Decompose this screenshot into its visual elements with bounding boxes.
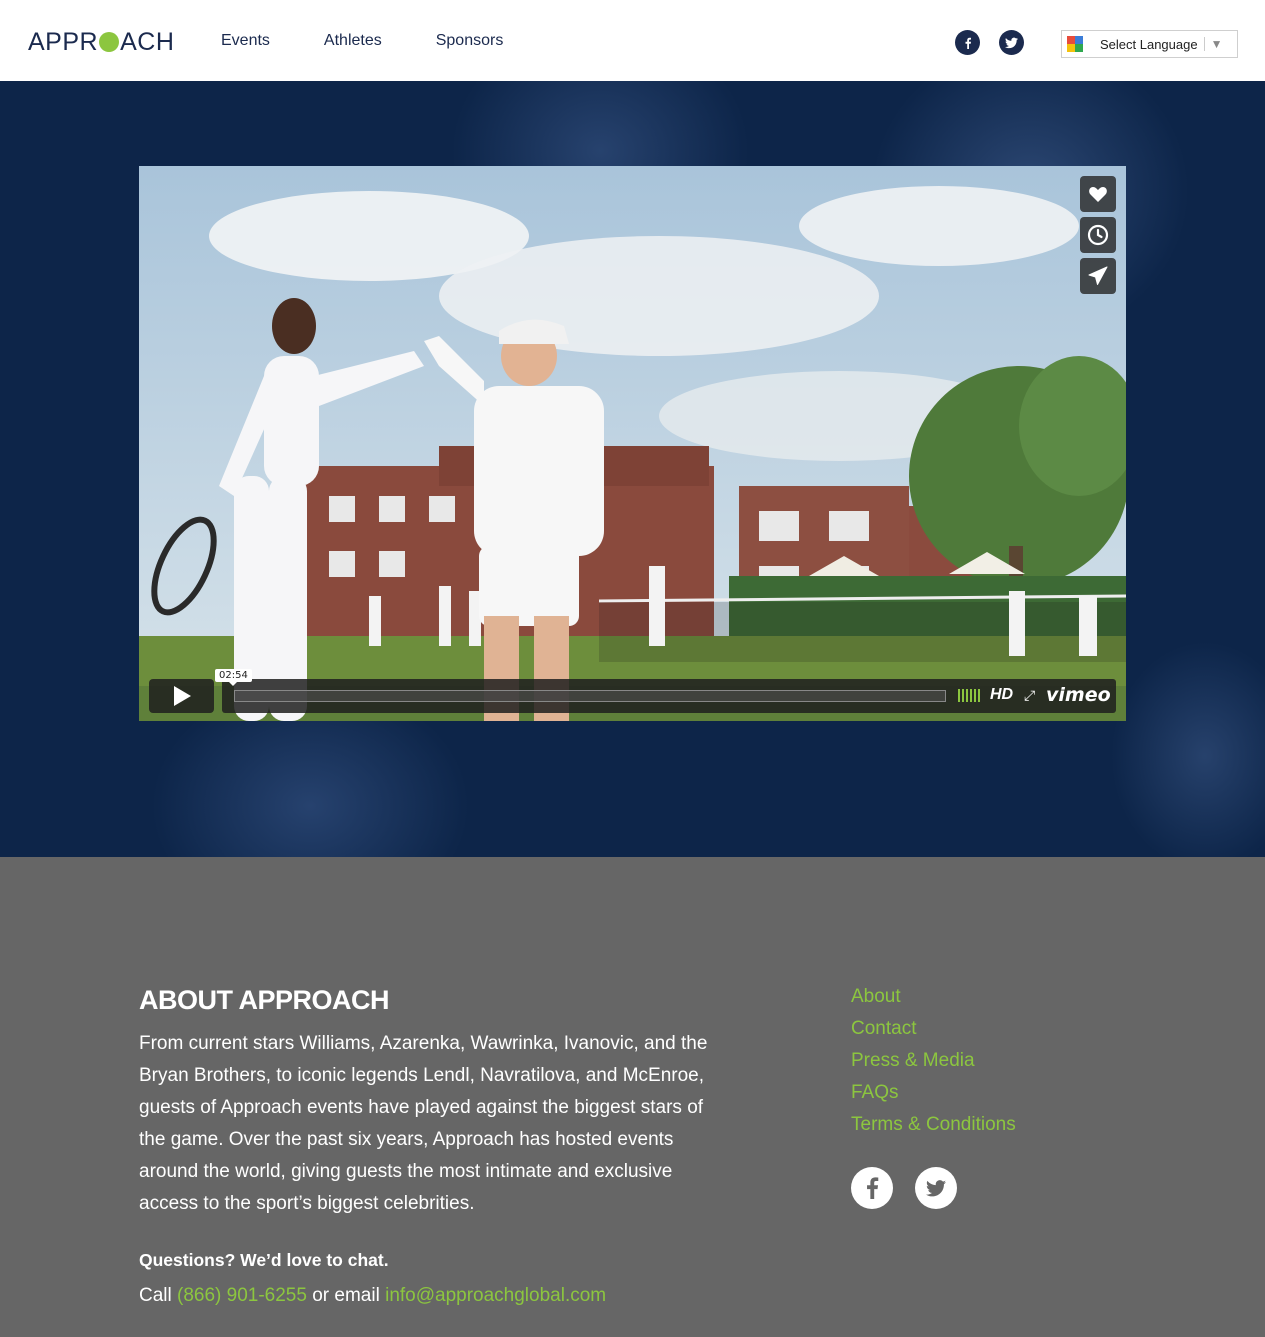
chevron-down-icon: ▼ [1203, 37, 1222, 51]
questions-heading: Questions? We’d love to chat. [139, 1250, 389, 1270]
about-description: From current stars Williams, Azarenka, W… [139, 1033, 708, 1214]
time-tooltip: 02:54 [215, 669, 252, 686]
send-icon [1088, 266, 1108, 285]
nav-item-athletes[interactable]: Athletes [324, 32, 382, 50]
fullscreen-icon[interactable]: ⤢ [1024, 687, 1035, 704]
heart-icon [1089, 187, 1107, 202]
hero-section: HD ⤢ vimeo 02:54 [0, 81, 1265, 857]
contact-line: Call (866) 901-6255 or email info@approa… [139, 1285, 606, 1307]
hd-toggle[interactable]: HD [990, 686, 1013, 704]
footer-link-about[interactable]: About [851, 981, 1016, 1013]
play-button[interactable] [149, 679, 214, 713]
email-prefix: or email [312, 1285, 380, 1306]
clock-icon [1087, 224, 1109, 246]
language-select-label: Select Language [1100, 36, 1198, 52]
footer-facebook-button[interactable] [851, 1167, 893, 1209]
video-player[interactable]: HD ⤢ vimeo 02:54 [139, 166, 1126, 721]
facebook-icon [867, 1177, 879, 1199]
header-facebook-icon[interactable] [955, 30, 980, 55]
language-select[interactable]: Select Language ▼ [1061, 30, 1238, 58]
footer-link-faqs[interactable]: FAQs [851, 1077, 1016, 1109]
header-twitter-icon[interactable] [999, 30, 1024, 55]
hero-background-image-racket [1110, 641, 1265, 857]
like-button[interactable] [1080, 176, 1116, 212]
logo-text-left: APPR [28, 27, 99, 56]
footer-nav: About Contact Press & Media FAQs Terms &… [851, 981, 1016, 1141]
nav-item-events[interactable]: Events [221, 32, 270, 50]
approach-logo[interactable]: APPR ACH [28, 27, 175, 56]
google-translate-icon [1067, 36, 1083, 52]
watch-later-button[interactable] [1080, 217, 1116, 253]
play-icon [173, 686, 191, 706]
logo-text-right: ACH [120, 27, 175, 56]
video-controls: HD ⤢ vimeo 02:54 [149, 669, 1116, 713]
facebook-icon [965, 37, 971, 49]
phone-link[interactable]: (866) 901-6255 [177, 1285, 307, 1306]
progress-bar[interactable]: HD ⤢ vimeo [222, 679, 1116, 713]
nav-item-sponsors[interactable]: Sponsors [436, 32, 504, 50]
site-footer: ABOUT APPROACH From current stars Willia… [0, 857, 1265, 1337]
twitter-icon [926, 1179, 946, 1196]
footer-link-press-media[interactable]: Press & Media [851, 1045, 1016, 1077]
progress-track[interactable] [234, 690, 946, 702]
main-nav: Events Athletes Sponsors [221, 32, 557, 50]
footer-link-terms[interactable]: Terms & Conditions [851, 1109, 1016, 1141]
volume-control[interactable] [958, 689, 980, 702]
call-prefix: Call [139, 1285, 172, 1306]
about-title: ABOUT APPROACH [139, 985, 390, 1015]
footer-twitter-button[interactable] [915, 1167, 957, 1209]
twitter-icon [1005, 37, 1018, 48]
footer-link-contact[interactable]: Contact [851, 1013, 1016, 1045]
site-header: APPR ACH Events Athletes Sponsors Select … [0, 0, 1265, 81]
tennis-ball-logo-icon [99, 32, 120, 52]
email-link[interactable]: info@approachglobal.com [385, 1285, 606, 1306]
share-button[interactable] [1080, 258, 1116, 294]
vimeo-logo[interactable]: vimeo [1046, 684, 1111, 706]
video-thumbnail [139, 166, 1126, 721]
